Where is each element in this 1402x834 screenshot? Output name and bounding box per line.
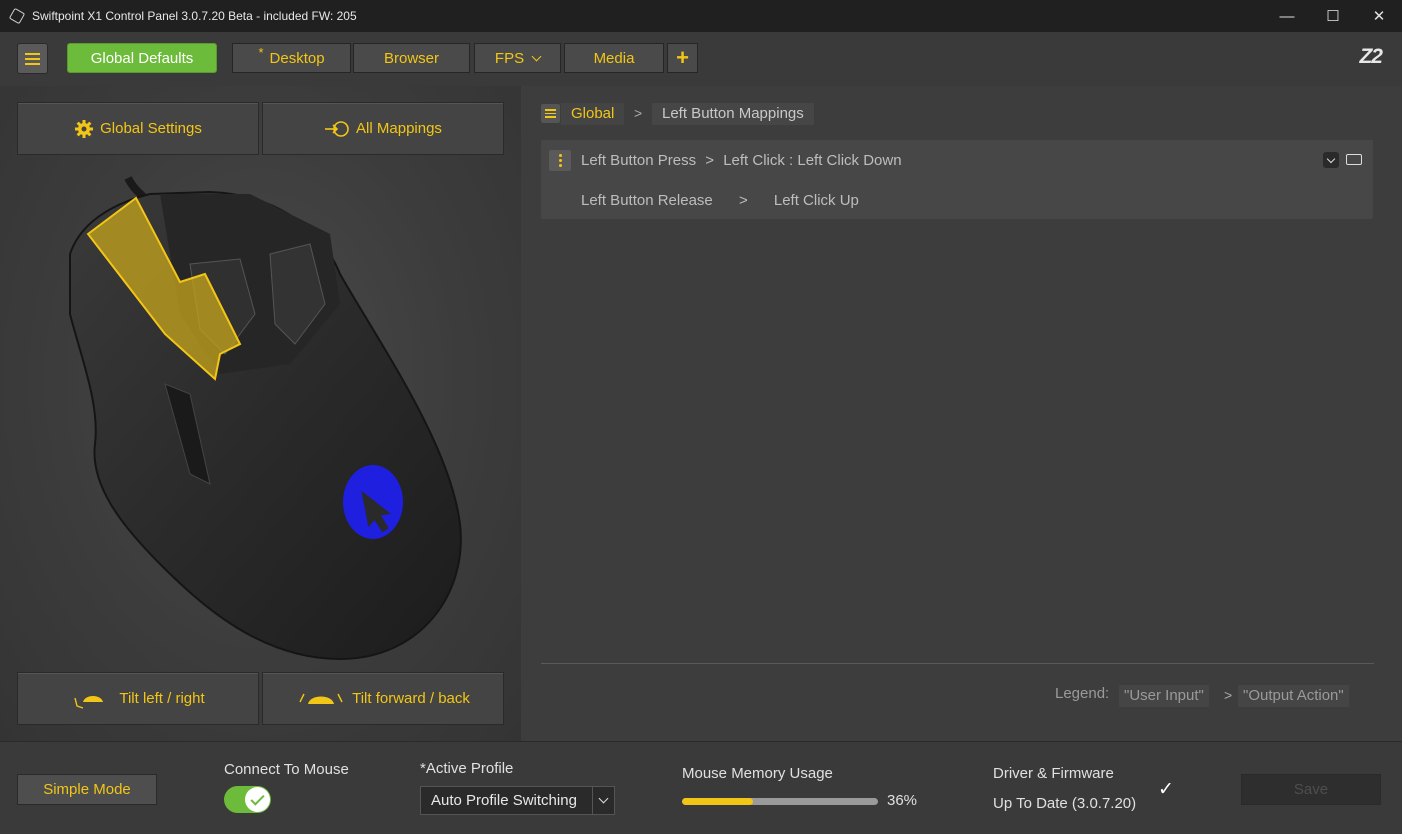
add-profile-button[interactable]: + xyxy=(667,43,698,73)
profile-toolbar: Global Defaults * Desktop Browser FPS Me… xyxy=(0,32,1402,86)
tab-desktop-label: Desktop xyxy=(269,49,325,67)
memory-usage-fill xyxy=(682,798,753,805)
legend-output-action: "Output Action" xyxy=(1238,685,1349,707)
mouse-illustration xyxy=(69,176,462,661)
title-bar: Swiftpoint X1 Control Panel 3.0.7.20 Bet… xyxy=(0,0,1402,32)
tab-fps[interactable]: FPS xyxy=(474,43,561,73)
tilt-forward-back-button[interactable]: Tilt forward / back xyxy=(262,672,504,725)
status-bar: Simple Mode Connect To Mouse *Active Pro… xyxy=(0,741,1402,834)
chevron-down-icon xyxy=(592,787,614,814)
global-settings-button[interactable]: Global Settings xyxy=(17,102,259,155)
breadcrumb-current: Left Button Mappings xyxy=(652,103,814,125)
press-output: Left Click : Left Click Down xyxy=(723,152,902,169)
mappings-icon xyxy=(325,120,349,137)
release-input: Left Button Release xyxy=(581,192,713,209)
mouse-panel: Global Settings All Mappings Tilt left /… xyxy=(0,86,521,741)
release-output: Left Click Up xyxy=(773,192,859,209)
chevron-down-icon xyxy=(531,51,542,61)
tilt-forward-back-label: Tilt forward / back xyxy=(352,690,470,707)
mapping-options-icon[interactable] xyxy=(549,150,571,171)
tab-desktop[interactable]: * Desktop xyxy=(232,43,351,73)
hamburger-menu-icon[interactable] xyxy=(17,43,48,74)
check-icon xyxy=(245,787,270,812)
up-to-date-check-icon: ✓ xyxy=(1158,779,1174,800)
tilt-left-right-label: Tilt left / right xyxy=(119,690,205,707)
tilt-forward-back-icon xyxy=(299,693,343,704)
save-button[interactable]: Save xyxy=(1241,774,1381,805)
legend-arrow-icon: > xyxy=(1224,687,1233,703)
tilt-left-right-button[interactable]: Tilt left / right xyxy=(17,672,259,725)
press-mapping-row[interactable]: Left Button Press > Left Click : Left Cl… xyxy=(581,152,902,169)
driver-firmware-status: Up To Date (3.0.7.20) xyxy=(993,795,1137,812)
all-mappings-label: All Mappings xyxy=(356,120,442,137)
tilt-left-right-icon xyxy=(74,695,104,709)
breadcrumb-menu-icon[interactable] xyxy=(541,104,560,123)
release-mapping-row[interactable]: Left Button Release > Left Click Up xyxy=(581,192,859,209)
tab-browser[interactable]: Browser xyxy=(353,43,470,73)
window-controls: — ☐ ✕ xyxy=(1264,0,1402,32)
z2-logo: Z2 xyxy=(1359,45,1382,68)
tab-fps-label: FPS xyxy=(494,49,525,67)
app-icon xyxy=(8,7,26,25)
connect-label: Connect To Mouse xyxy=(224,761,349,778)
legend-divider xyxy=(541,663,1374,664)
tab-media[interactable]: Media xyxy=(564,43,664,73)
all-mappings-button[interactable]: All Mappings xyxy=(262,102,504,155)
legend-user-input: "User Input" xyxy=(1119,685,1209,707)
tab-global-defaults[interactable]: Global Defaults xyxy=(67,43,217,73)
release-arrow-icon: > xyxy=(738,192,748,209)
active-profile-label: *Active Profile xyxy=(420,760,514,777)
mapping-panel: Global > Left Button Mappings Left Butto… xyxy=(521,86,1402,741)
memory-usage-value: 36% xyxy=(887,792,918,809)
breadcrumb-separator-icon: > xyxy=(634,105,643,121)
driver-firmware-label: Driver & Firmware xyxy=(993,765,1114,782)
close-button[interactable]: ✕ xyxy=(1356,0,1402,32)
minimize-button[interactable]: — xyxy=(1264,0,1310,32)
global-settings-label: Global Settings xyxy=(100,120,202,137)
left-button-mapping-card: Left Button Press > Left Click : Left Cl… xyxy=(541,140,1373,219)
memory-usage-bar xyxy=(682,798,878,805)
keyboard-icon[interactable] xyxy=(1346,154,1362,165)
simple-mode-button[interactable]: Simple Mode xyxy=(17,774,157,805)
press-arrow-icon: > xyxy=(705,152,715,169)
breadcrumb-global[interactable]: Global xyxy=(561,103,625,125)
connect-toggle[interactable] xyxy=(224,786,271,813)
active-profile-value: Auto Profile Switching xyxy=(431,792,577,809)
window-title: Swiftpoint X1 Control Panel 3.0.7.20 Bet… xyxy=(32,9,357,23)
modified-marker: * xyxy=(258,44,264,60)
legend-label: Legend: xyxy=(1055,685,1110,702)
press-input: Left Button Press xyxy=(581,152,697,169)
gear-icon xyxy=(75,119,94,138)
active-profile-select[interactable]: Auto Profile Switching xyxy=(420,786,615,815)
maximize-button[interactable]: ☐ xyxy=(1310,0,1356,32)
memory-usage-label: Mouse Memory Usage xyxy=(682,765,833,782)
mapping-dropdown-icon[interactable] xyxy=(1323,152,1339,168)
